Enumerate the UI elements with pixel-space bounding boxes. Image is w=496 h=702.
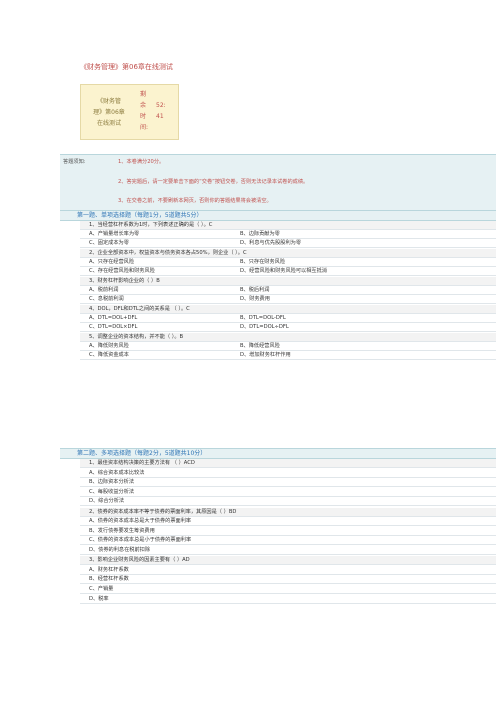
option-row: B、边际资本分析法 bbox=[80, 478, 496, 488]
option-row: B、发行债券要发生筹资费用 bbox=[80, 527, 496, 536]
answer-option[interactable]: B、降低经营风险 bbox=[240, 343, 280, 349]
section-single-choice-header: 第一题、单项选择题（每题1分，5道题共5分） bbox=[60, 210, 496, 221]
answer-option[interactable]: B、边际贡献为零 bbox=[240, 231, 280, 237]
answer-option[interactable]: A、财务杠杆系数 bbox=[89, 567, 129, 573]
answer-option[interactable]: A、综合资本成本比较法 bbox=[89, 470, 144, 476]
answer-option[interactable]: D、债券的利息在税前扣除 bbox=[89, 547, 150, 553]
option-row: D、税率 bbox=[80, 595, 496, 604]
question-text: 5、调整企业的资本结构，并不能（ ）。B bbox=[89, 334, 184, 340]
answer-option[interactable]: D、税率 bbox=[89, 596, 109, 602]
option-row: D、债券的利息在税前扣除 bbox=[80, 546, 496, 555]
answer-option[interactable]: C、每股收益分析法 bbox=[89, 489, 134, 495]
answer-option[interactable]: C、产销量 bbox=[89, 586, 113, 592]
answer-option[interactable]: A、DTL=DOL+DFL bbox=[89, 315, 137, 321]
answer-option[interactable]: C、降低资金成本 bbox=[89, 352, 129, 358]
option-row: C、DTL=DOL×DFL D、DTL=DOL÷DFL bbox=[80, 323, 496, 332]
notice-lead: 答题须知: bbox=[63, 159, 86, 165]
answer-option[interactable]: D、增加财务杠杆作用 bbox=[240, 352, 291, 358]
option-row: C、债券的资本成本总是小于债券的票面利率 bbox=[80, 536, 496, 546]
answer-option[interactable]: A、债券的资本成本总是大于债券的票面利率 bbox=[89, 518, 191, 524]
option-row: C、产销量 bbox=[80, 585, 496, 594]
option-row: D、综合分析法 bbox=[80, 497, 496, 507]
answer-option[interactable]: B、边际资本分析法 bbox=[89, 479, 134, 485]
question-row: 1、最佳资本结构决策的主要方法有 （ ）ACD bbox=[80, 459, 496, 468]
notice-item: 2、答完题后，请一定要单击下面的“交卷”按钮交卷，否则无法记录本试卷的成绩。 bbox=[118, 179, 309, 185]
question-text: 4、DOL，DFL和DTL之间的关系是 （ ）。C bbox=[89, 306, 190, 312]
question-row: 2、企业全部资本中，权益资本与债务资本各占50%，则企业（ ）。C bbox=[80, 249, 496, 258]
answer-option[interactable]: A、产销量增长率为零 bbox=[89, 231, 139, 237]
answer-option[interactable]: A、降低财务风险 bbox=[89, 343, 129, 349]
remaining-time: 剩 余 52: 时 41 间: bbox=[140, 91, 166, 131]
answer-option[interactable]: A、税前利润 bbox=[89, 287, 119, 293]
answer-option[interactable]: C、固定成本为零 bbox=[89, 240, 129, 246]
section-multi-choice-header: 第二题、多项选择题（每题2分，5道题共10分） bbox=[60, 448, 496, 459]
answer-option[interactable]: B、只存在财务风险 bbox=[240, 259, 285, 265]
option-row: C、息税前利润 D、财务费用 bbox=[80, 295, 496, 304]
answer-option[interactable]: B、发行债券要发生筹资费用 bbox=[89, 528, 155, 534]
answer-option[interactable]: C、债券的资本成本总是小于债券的票面利率 bbox=[89, 538, 191, 543]
notice-item: 3、在交卷之前，不要刷新本网页，否则你的答题结果将会被清空。 bbox=[118, 198, 272, 204]
answer-option[interactable]: C、息税前利润 bbox=[89, 296, 124, 302]
answer-option[interactable]: D、综合分析法 bbox=[89, 499, 124, 504]
answer-option[interactable]: C、DTL=DOL×DFL bbox=[89, 324, 137, 330]
question-text: 3、影响企业财务风险的因素主要有（ ）AD bbox=[89, 557, 190, 564]
exam-name: 《财务管 理》第06章 在线测试 bbox=[93, 98, 125, 127]
answer-option[interactable]: A、只存在经营风险 bbox=[89, 259, 134, 265]
option-row: C、降低资金成本 D、增加财务杠杆作用 bbox=[80, 351, 496, 360]
option-row: C、存在经营风险和财务风险 D、经营风险和财务风险可以相互抵消 bbox=[80, 267, 496, 276]
question-text: 2、企业全部资本中，权益资本与债务资本各占50%，则企业（ ）。C bbox=[89, 250, 247, 256]
option-row: A、只存在经营风险 B、只存在财务风险 bbox=[80, 258, 496, 267]
question-row: 1、当经营杠杆系数为1时，下列表述正确的是（ ）。C bbox=[80, 221, 496, 230]
option-row: A、债券的资本成本总是大于债券的票面利率 bbox=[80, 517, 496, 527]
option-row: C、固定成本为零 D、利息与优先股股利为零 bbox=[80, 239, 496, 248]
question-text: 3、财务杠杆影响企业的（ ）B bbox=[89, 278, 160, 284]
option-row: A、降低财务风险 B、降低经营风险 bbox=[80, 342, 496, 351]
answer-option[interactable]: D、利息与优先股股利为零 bbox=[240, 240, 301, 246]
exam-notice: 答题须知: 1、本卷满分20分。 2、答完题后，请一定要单击下面的“交卷”按钮交… bbox=[60, 154, 496, 210]
exam-info-panel: 《财务管 理》第06章 在线测试 剩 余 52: 时 41 间: bbox=[80, 84, 179, 140]
question-row: 5、调整企业的资本结构，并不能（ ）。B bbox=[80, 333, 496, 342]
question-text: 1、最佳资本结构决策的主要方法有 （ ）ACD bbox=[89, 460, 195, 466]
option-row: C、每股收益分析法 bbox=[80, 488, 496, 497]
option-row: B、经营杠杆系数 bbox=[80, 575, 496, 585]
option-row: A、DTL=DOL+DFL B、DTL=DOL-DFL bbox=[80, 314, 496, 323]
answer-option[interactable]: B、DTL=DOL-DFL bbox=[240, 315, 286, 321]
question-text: 2、债券的资本成本率不等于债券的票面利率，其原因是（ ）BD bbox=[89, 508, 237, 515]
page-title: 《财务管理》第06章在线测试 bbox=[80, 63, 173, 71]
answer-option[interactable]: D、经营风险和财务风险可以相互抵消 bbox=[240, 268, 327, 274]
option-row: A、财务杠杆系数 bbox=[80, 566, 496, 575]
answer-option[interactable]: B、税后利润 bbox=[240, 287, 270, 293]
answer-option[interactable]: B、经营杠杆系数 bbox=[89, 577, 129, 582]
question-row: 3、影响企业财务风险的因素主要有（ ）AD bbox=[80, 556, 496, 566]
answer-option[interactable]: C、存在经营风险和财务风险 bbox=[89, 268, 155, 274]
question-text: 1、当经营杠杆系数为1时，下列表述正确的是（ ）。C bbox=[89, 222, 213, 228]
answer-option[interactable]: D、财务费用 bbox=[240, 296, 270, 302]
question-row: 3、财务杠杆影响企业的（ ）B bbox=[80, 277, 496, 286]
option-row: A、税前利润 B、税后利润 bbox=[80, 286, 496, 295]
question-row: 4、DOL，DFL和DTL之间的关系是 （ ）。C bbox=[80, 305, 496, 314]
option-row: A、综合资本成本比较法 bbox=[80, 469, 496, 478]
notice-item: 1、本卷满分20分。 bbox=[118, 159, 165, 165]
option-row: A、产销量增长率为零 B、边际贡献为零 bbox=[80, 230, 496, 239]
answer-option[interactable]: D、DTL=DOL÷DFL bbox=[240, 324, 289, 330]
question-row: 2、债券的资本成本率不等于债券的票面利率，其原因是（ ）BD bbox=[80, 507, 496, 517]
